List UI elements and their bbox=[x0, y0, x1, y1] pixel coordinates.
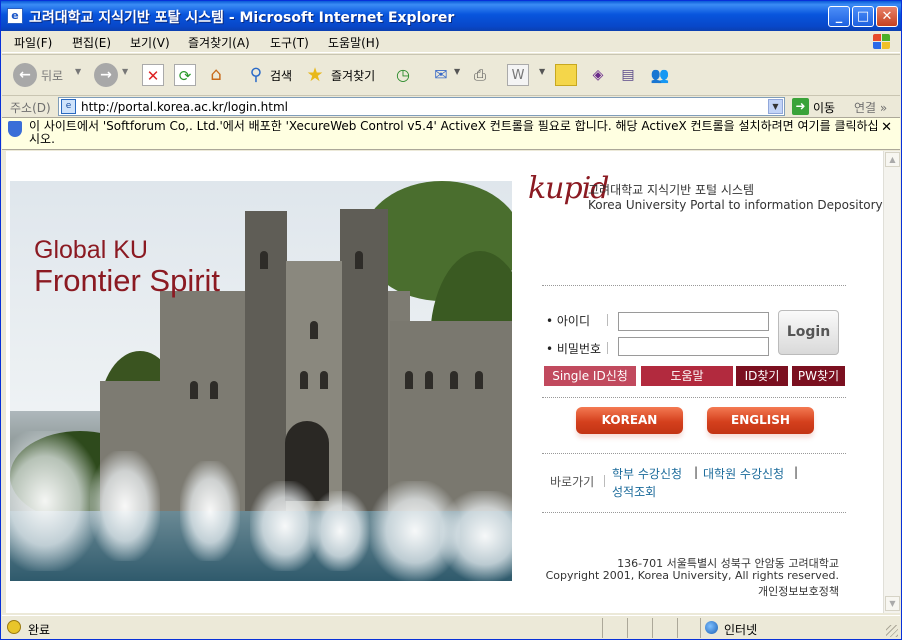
address-url[interactable]: http://portal.korea.ac.kr/login.html bbox=[81, 100, 288, 114]
page-content: Global KU Frontier Spirit kupid 고려대학교 지식… bbox=[6, 151, 883, 613]
address-input[interactable]: e http://portal.korea.ac.kr/login.html ▼ bbox=[58, 97, 785, 116]
links-label: 연결 bbox=[854, 101, 877, 115]
address-bar: 주소(D) e http://portal.korea.ac.kr/login.… bbox=[2, 95, 900, 116]
title-bar[interactable]: e 고려대학교 지식기반 포탈 시스템 - Microsoft Internet… bbox=[1, 1, 901, 31]
window-title: 고려대학교 지식기반 포탈 시스템 - Microsoft Internet E… bbox=[29, 10, 455, 26]
id-input[interactable] bbox=[618, 312, 769, 331]
search-button-label[interactable]: 검색 bbox=[270, 67, 292, 97]
slogan-line-1: Global KU bbox=[34, 236, 148, 264]
help-button[interactable]: 도움말 bbox=[641, 366, 733, 386]
note-icon[interactable] bbox=[555, 64, 577, 86]
forward-dropdown-icon[interactable]: ▼ bbox=[122, 67, 128, 97]
divider bbox=[542, 512, 846, 513]
status-pane bbox=[700, 618, 701, 638]
mail-dropdown-icon[interactable]: ▼ bbox=[454, 67, 460, 97]
edit-icon[interactable]: W bbox=[507, 64, 529, 86]
status-pane bbox=[627, 618, 628, 638]
info-bar-close-icon[interactable]: ✕ bbox=[881, 120, 892, 135]
grad-registration-link[interactable]: 대학원 수강신청 bbox=[703, 465, 784, 482]
status-text: 완료 bbox=[28, 623, 51, 637]
privacy-policy-link[interactable]: 개인정보보호정책 bbox=[758, 583, 839, 599]
go-label: 이동 bbox=[813, 101, 836, 115]
print-icon[interactable]: ⎙ bbox=[469, 64, 491, 86]
divider bbox=[542, 453, 846, 454]
undergrad-registration-link[interactable]: 학부 수강신청 bbox=[612, 465, 682, 482]
find-pw-button[interactable]: PW찾기 bbox=[792, 366, 845, 386]
menu-edit[interactable]: 편집(E) bbox=[72, 34, 111, 51]
address-label: 주소(D) bbox=[10, 101, 51, 115]
slogan-line-2: Frontier Spirit bbox=[34, 263, 221, 298]
info-bar-message[interactable]: 이 사이트에서 'Softforum Co,. Ltd.'에서 배포한 'Xec… bbox=[29, 120, 879, 146]
status-pane bbox=[652, 618, 653, 638]
password-input[interactable] bbox=[618, 337, 769, 356]
favorites-star-icon[interactable]: ★ bbox=[304, 64, 326, 86]
page-icon: e bbox=[61, 99, 76, 114]
menu-help[interactable]: 도움말(H) bbox=[328, 34, 380, 51]
menu-tools[interactable]: 도구(T) bbox=[270, 34, 309, 51]
find-id-button[interactable]: ID찾기 bbox=[736, 366, 788, 386]
field-separator bbox=[607, 342, 608, 354]
go-arrow-icon: ➜ bbox=[792, 98, 809, 115]
quick-links-label: 바로가기 bbox=[550, 475, 595, 489]
back-button-label[interactable]: 뒤로 bbox=[41, 67, 63, 97]
menu-favorites[interactable]: 즐겨찾기(A) bbox=[188, 34, 250, 51]
page-done-icon bbox=[7, 620, 21, 634]
field-separator bbox=[607, 314, 608, 326]
minimize-button[interactable]: _ bbox=[828, 6, 850, 27]
vertical-scrollbar[interactable]: ▲ ▼ bbox=[883, 151, 900, 613]
research-icon[interactable]: ▤ bbox=[617, 64, 639, 86]
login-button[interactable]: Login bbox=[778, 310, 839, 355]
korean-language-button[interactable]: KOREAN bbox=[576, 407, 683, 434]
mail-icon[interactable]: ✉ bbox=[430, 64, 452, 86]
scroll-up-icon[interactable]: ▲ bbox=[885, 152, 900, 167]
campus-photo: Global KU Frontier Spirit bbox=[10, 181, 512, 581]
shield-icon bbox=[8, 121, 22, 137]
resize-grip[interactable] bbox=[886, 625, 898, 637]
footer-copyright: Copyright 2001, Korea University, All ri… bbox=[545, 569, 839, 582]
english-language-button[interactable]: ENGLISH bbox=[707, 407, 814, 434]
ie-window: e 고려대학교 지식기반 포탈 시스템 - Microsoft Internet… bbox=[0, 0, 902, 640]
menu-view[interactable]: 보기(V) bbox=[130, 34, 170, 51]
maximize-button[interactable]: □ bbox=[852, 6, 874, 27]
stop-icon[interactable]: ✕ bbox=[142, 64, 164, 86]
toolbar: ← 뒤로 ▼ → ▼ ✕ ⟳ ⌂ ⚲ 검색 ★ 즐겨찾기 ◷ ✉ ▼ ⎙ W ▼… bbox=[2, 54, 900, 94]
divider bbox=[542, 285, 846, 286]
edit-dropdown-icon[interactable]: ▼ bbox=[539, 67, 545, 97]
logo-english-title: Korea University Portal to information D… bbox=[588, 198, 883, 212]
status-pane bbox=[677, 618, 678, 638]
links-button[interactable]: 연결 » bbox=[854, 99, 887, 116]
ie-page-icon: e bbox=[7, 8, 23, 24]
history-icon[interactable]: ◷ bbox=[392, 64, 414, 86]
link-separator: | bbox=[694, 465, 699, 479]
close-button[interactable]: ✕ bbox=[876, 6, 898, 27]
refresh-icon[interactable]: ⟳ bbox=[174, 64, 196, 86]
menu-file[interactable]: 파일(F) bbox=[14, 34, 52, 51]
back-dropdown-icon[interactable]: ▼ bbox=[75, 67, 81, 97]
single-id-apply-button[interactable]: Single ID신청 bbox=[544, 366, 636, 386]
address-dropdown-icon[interactable]: ▼ bbox=[768, 99, 783, 114]
forward-arrow-icon[interactable]: → bbox=[94, 63, 118, 87]
logo-korean-title: 고려대학교 지식기반 포털 시스템 bbox=[588, 183, 755, 197]
id-label: • 아이디 bbox=[546, 314, 591, 328]
status-pane bbox=[602, 618, 603, 638]
favorites-button-label[interactable]: 즐겨찾기 bbox=[331, 67, 375, 97]
field-separator bbox=[604, 475, 605, 487]
home-icon[interactable]: ⌂ bbox=[205, 64, 227, 86]
search-icon[interactable]: ⚲ bbox=[245, 64, 267, 86]
divider bbox=[542, 397, 846, 398]
contacts-icon[interactable]: 👥 bbox=[649, 64, 671, 86]
internet-zone-icon bbox=[705, 621, 718, 634]
link-separator: | bbox=[794, 465, 799, 479]
links-chevron-icon: » bbox=[879, 101, 888, 115]
status-bar: 완료 인터넷 bbox=[2, 615, 900, 639]
security-zone-label: 인터넷 bbox=[724, 623, 758, 637]
password-label: • 비밀번호 bbox=[546, 342, 602, 356]
messenger-icon[interactable]: ◈ bbox=[587, 64, 609, 86]
grades-link[interactable]: 성적조회 bbox=[612, 483, 656, 500]
back-arrow-icon[interactable]: ← bbox=[13, 63, 37, 87]
windows-logo-icon bbox=[870, 32, 892, 52]
scroll-down-icon[interactable]: ▼ bbox=[885, 596, 900, 611]
activex-info-bar[interactable]: 이 사이트에서 'Softforum Co,. Ltd.'에서 배포한 'Xec… bbox=[2, 117, 900, 150]
menu-bar: 파일(F) 편집(E) 보기(V) 즐겨찾기(A) 도구(T) 도움말(H) bbox=[2, 31, 900, 53]
